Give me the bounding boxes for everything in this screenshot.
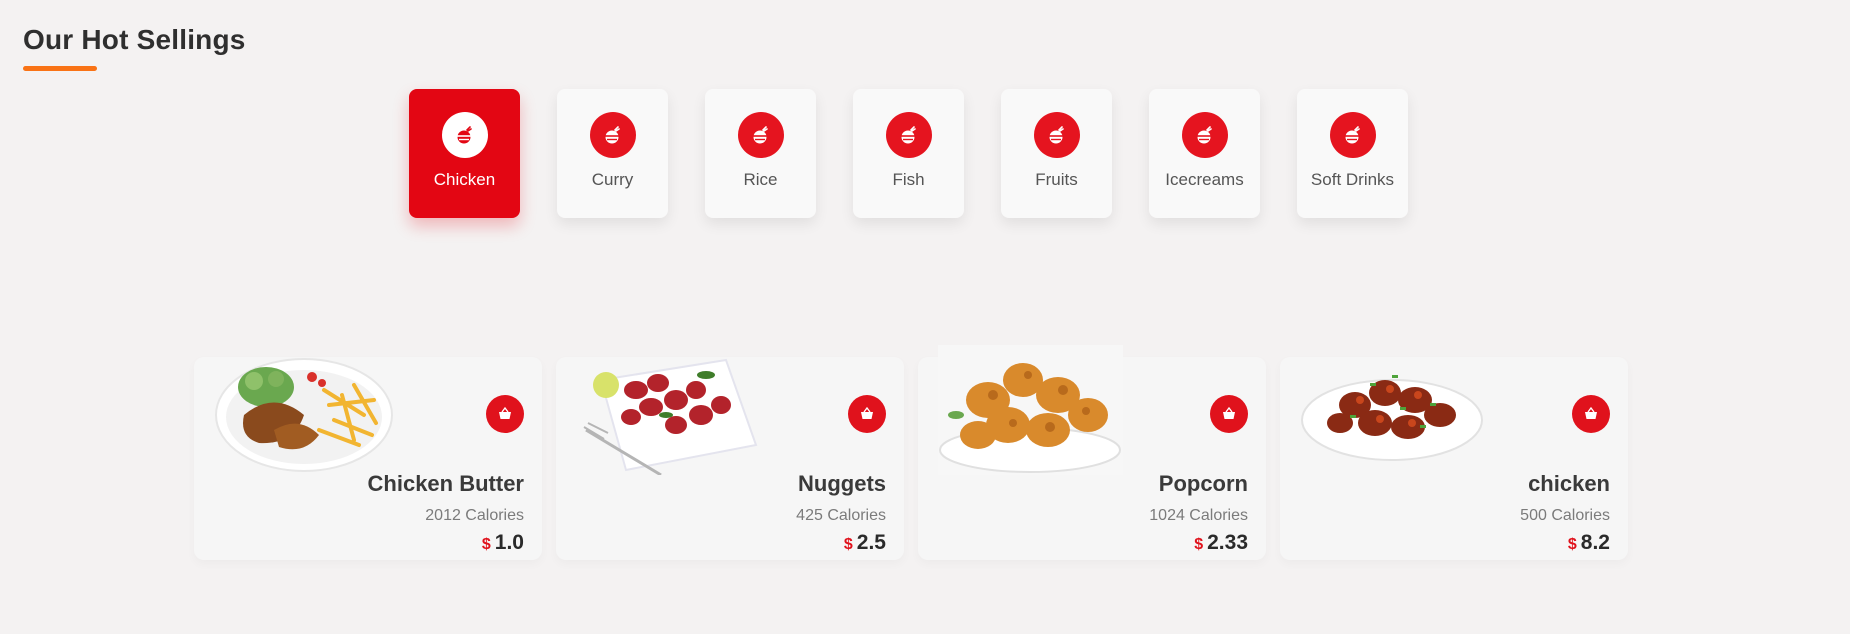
basket-icon [1585, 406, 1597, 419]
basket-icon [861, 406, 873, 419]
add-to-cart-button[interactable] [848, 395, 886, 433]
category-fruits[interactable]: Fruits [1001, 89, 1112, 218]
category-label: Fish [892, 170, 925, 189]
category-label: Chicken [433, 170, 496, 189]
product-image-chicken [1301, 375, 1483, 461]
product-card[interactable]: Popcorn 1024 Calories $2.33 [918, 345, 1266, 560]
category-tabs: Chicken Curry Rice Fish Fruits Icecreams [409, 89, 1408, 218]
category-label: Fruits [1035, 170, 1078, 189]
product-price: $2.33 [1194, 531, 1248, 555]
product-calories: 500 Calories [1520, 507, 1610, 524]
product-image-popcorn [938, 345, 1123, 475]
price-value: 1.0 [494, 531, 524, 554]
price-value: 8.2 [1580, 531, 1610, 554]
product-price: $2.5 [844, 531, 886, 555]
category-curry[interactable]: Curry [557, 89, 668, 218]
currency-symbol: $ [1567, 536, 1577, 553]
product-name: Nuggets [798, 471, 886, 496]
product-image-chicken-butter [215, 358, 393, 472]
currency-symbol: $ [481, 536, 491, 553]
add-to-cart-button[interactable] [1572, 395, 1610, 433]
add-to-cart-button[interactable] [1210, 395, 1248, 433]
product-name: Chicken Butter [367, 471, 524, 496]
category-fish[interactable]: Fish [853, 89, 964, 218]
product-card[interactable]: Chicken Butter 2012 Calories $1.0 [194, 357, 542, 560]
product-list: Chicken Butter 2012 Calories $1.0 Nugget… [194, 345, 1628, 560]
category-label: Rice [743, 170, 778, 189]
food-icon [589, 112, 636, 158]
price-value: 2.5 [856, 531, 886, 554]
food-icon [885, 112, 932, 158]
section-title: Our Hot Sellings [23, 24, 246, 55]
category-label: Curry [591, 170, 634, 189]
food-icon-svg [604, 126, 620, 144]
category-chicken[interactable]: Chicken [409, 89, 520, 218]
category-icecreams[interactable]: Icecreams [1149, 89, 1260, 218]
food-icon-svg [900, 126, 916, 144]
title-underline [23, 66, 97, 71]
product-calories: 425 Calories [796, 507, 886, 524]
currency-symbol: $ [843, 536, 853, 553]
category-label: Icecreams [1165, 170, 1244, 189]
category-rice[interactable]: Rice [705, 89, 816, 218]
product-calories: 2012 Calories [425, 507, 524, 524]
product-calories: 1024 Calories [1149, 507, 1248, 524]
food-icon [737, 112, 784, 158]
category-soft-drinks[interactable]: Soft Drinks [1297, 89, 1408, 218]
currency-symbol: $ [1194, 536, 1204, 553]
food-icon-svg [1048, 126, 1064, 144]
food-icon [1329, 112, 1376, 158]
product-price: $8.2 [1568, 531, 1610, 555]
price-value: 2.33 [1207, 531, 1248, 554]
product-price: $1.0 [482, 531, 524, 555]
food-icon-svg [752, 126, 768, 144]
basket-icon [499, 406, 511, 419]
add-to-cart-button[interactable] [486, 395, 524, 433]
category-label: Soft Drinks [1310, 170, 1395, 189]
product-card[interactable]: chicken 500 Calories $8.2 [1280, 357, 1628, 560]
food-icon-svg [1344, 126, 1360, 144]
product-card[interactable]: Nuggets 425 Calories $2.5 [556, 357, 904, 560]
product-name: Popcorn [1158, 471, 1248, 496]
food-icon [1033, 112, 1080, 158]
food-icon [1181, 112, 1228, 158]
product-name: chicken [1528, 471, 1610, 496]
basket-icon [1223, 406, 1235, 419]
food-icon-svg [456, 126, 472, 144]
food-icon-svg [1196, 126, 1212, 144]
food-icon [441, 112, 488, 158]
product-image-nuggets [583, 358, 758, 475]
